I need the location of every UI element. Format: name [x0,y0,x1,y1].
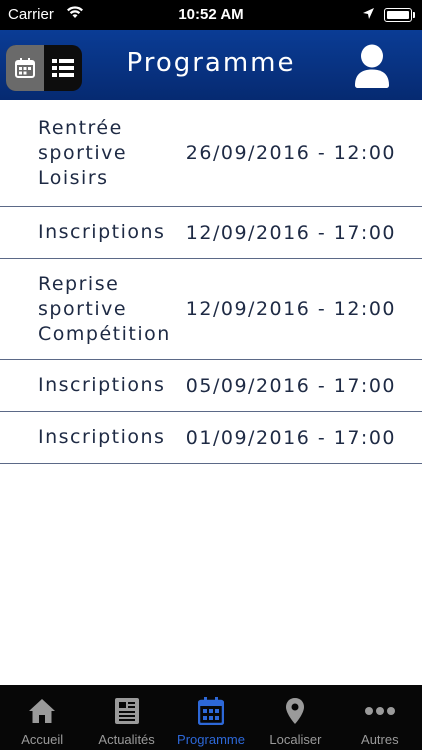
header-bar: Programme [0,30,422,100]
tab-label: Autres [361,732,399,747]
event-date: 01/09/2016 - 17:00 [185,426,396,449]
event-date: 12/09/2016 - 12:00 [185,298,396,320]
tab-localiser[interactable]: Localiser [253,685,337,750]
battery-icon [384,8,415,22]
profile-button[interactable] [354,44,390,92]
tab-autres[interactable]: Autres [338,685,422,750]
calendar-view-button[interactable] [6,45,44,91]
tab-label: Actualités [98,732,155,747]
status-bar: Carrier 10:52 AM [0,0,422,30]
event-name: Inscriptions [38,426,166,448]
event-row[interactable]: Inscriptions 05/09/2016 - 17:00 [0,360,422,412]
event-date: 05/09/2016 - 17:00 [185,374,396,397]
event-name: Inscriptions [38,374,166,396]
tab-bar: Accueil Actualités Programme Localiser A… [0,685,422,750]
event-name: Reprise sportive Compétition [38,272,171,345]
event-row[interactable]: Reprise sportive Compétition 12/09/2016 … [0,259,422,360]
location-arrow-icon [362,7,375,24]
clock: 10:52 AM [178,6,244,23]
user-icon [355,44,389,88]
event-row[interactable]: Rentrée sportive Loisirs 26/09/2016 - 12… [0,100,422,207]
tab-label: Localiser [269,732,322,747]
tab-actualites[interactable]: Actualités [84,685,168,750]
map-pin-icon [286,698,305,724]
list-view-button[interactable] [44,45,82,91]
news-icon [114,698,139,724]
home-icon [29,699,56,723]
event-name: Inscriptions [38,221,166,243]
calendar-icon [198,697,225,725]
tab-accueil[interactable]: Accueil [0,685,84,750]
event-date: 26/09/2016 - 12:00 [185,142,396,164]
tab-programme[interactable]: Programme [169,685,253,750]
calendar-view-icon [15,58,35,78]
list-view-icon [52,59,74,77]
view-toggle[interactable] [6,45,82,91]
event-row[interactable]: Inscriptions 12/09/2016 - 17:00 [0,207,422,259]
event-name: Rentrée sportive Loisirs [38,116,128,189]
page-title: Programme [126,48,296,78]
event-list: Rentrée sportive Loisirs 26/09/2016 - 12… [0,100,422,464]
event-date: 12/09/2016 - 17:00 [185,221,396,244]
event-row[interactable]: Inscriptions 01/09/2016 - 17:00 [0,412,422,464]
tab-label: Programme [177,732,245,747]
more-icon [364,707,395,715]
tab-label: Accueil [21,732,64,747]
